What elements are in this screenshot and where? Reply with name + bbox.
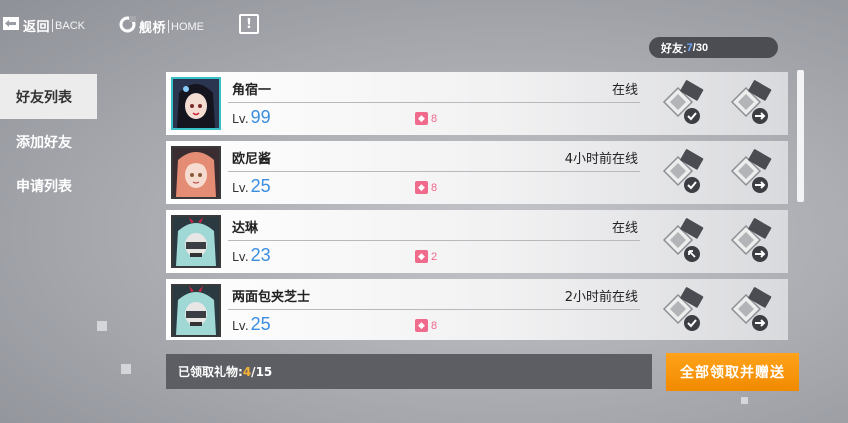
friend-level: Lv. 23: [232, 245, 271, 266]
divider: [228, 171, 640, 172]
gift-check-icon: [662, 149, 704, 193]
avatar[interactable]: [171, 77, 221, 130]
friend-name: 欧尼酱: [232, 152, 272, 167]
gift-send-icon: [730, 218, 772, 262]
friend-name: 两面包夹芝士: [232, 290, 311, 305]
home-button[interactable]: 舰桥 HOME: [119, 16, 204, 37]
gift-check-icon: [662, 287, 704, 331]
background-decoration: [121, 364, 131, 374]
divider: [228, 102, 640, 103]
friend-row[interactable]: 角宿一 在线 Lv. 99 ◆ 8: [166, 72, 788, 135]
gift-send-icon: [730, 149, 772, 193]
gift-count: ◆ 8: [415, 112, 437, 125]
tab-label: 添加好友: [16, 134, 72, 151]
level-prefix: Lv.: [232, 181, 249, 195]
back-label: 返回: [23, 20, 51, 35]
gift-icon: ◆: [415, 112, 428, 125]
online-status: 4小时前在线: [564, 152, 638, 167]
accept-gift-button[interactable]: [656, 283, 714, 340]
friend-row[interactable]: 欧尼酱 4小时前在线 Lv. 25 ◆ 8: [166, 141, 788, 204]
back-arrow-icon: [2, 16, 20, 35]
claim-all-label: 全部领取并赠送: [680, 365, 785, 381]
gift-icon: ◆: [415, 250, 428, 263]
tab-add-friend[interactable]: 添加好友: [0, 119, 97, 164]
tab-label: 好友列表: [16, 89, 72, 106]
friend-name: 角宿一: [232, 83, 272, 98]
accept-gift-button[interactable]: [656, 214, 714, 272]
friend-row[interactable]: 两面包夹芝士 2小时前在线 Lv. 25 ◆ 8: [166, 279, 788, 340]
friend-level: Lv. 99: [232, 107, 271, 128]
level-prefix: Lv.: [232, 250, 249, 264]
avatar[interactable]: [171, 215, 221, 268]
avatar[interactable]: [171, 284, 221, 337]
gift-send-icon: [730, 80, 772, 124]
home-sublabel: HOME: [171, 20, 205, 33]
gift-count-value: 8: [431, 319, 438, 332]
level-value: 99: [250, 107, 271, 127]
alert-icon[interactable]: !: [239, 14, 259, 34]
tab-label: 申请列表: [16, 178, 72, 195]
gift-icon: ◆: [415, 181, 428, 194]
send-gift-button[interactable]: [724, 145, 782, 203]
gift-received-max: 15: [255, 364, 273, 379]
level-prefix: Lv.: [232, 112, 249, 126]
accept-gift-button[interactable]: [656, 76, 714, 134]
online-status: 2小时前在线: [564, 290, 638, 305]
home-ring-icon: [119, 16, 136, 37]
divider: [228, 309, 640, 310]
friend-count-badge: 好友: 7/30: [649, 37, 778, 58]
back-sublabel: BACK: [55, 19, 85, 32]
gift-received-current: 4: [242, 364, 252, 379]
gift-count: ◆ 8: [415, 181, 437, 194]
gift-count-value: 2: [431, 250, 438, 263]
friend-list[interactable]: 角宿一 在线 Lv. 99 ◆ 8 欧尼酱 4小时前在线 Lv. 25 ◆ 8 …: [166, 70, 788, 340]
tab-request-list[interactable]: 申请列表: [0, 163, 97, 208]
level-value: 25: [250, 176, 271, 196]
alert-mark: !: [246, 16, 252, 32]
online-status: 在线: [611, 83, 638, 98]
gift-send-icon: [730, 287, 772, 331]
background-decoration: [741, 397, 748, 404]
gift-count-value: 8: [431, 112, 438, 125]
send-gift-button[interactable]: [724, 283, 782, 340]
gift-count: ◆ 8: [415, 319, 437, 332]
divider: [168, 20, 170, 33]
divider: [228, 240, 640, 241]
list-scrollbar[interactable]: [797, 70, 804, 202]
level-value: 23: [250, 245, 271, 265]
gift-count: ◆ 2: [415, 250, 437, 263]
gift-received-label: 已领取礼物:: [178, 365, 243, 379]
friend-level: Lv. 25: [232, 176, 271, 197]
accept-gift-button[interactable]: [656, 145, 714, 203]
send-gift-button[interactable]: [724, 76, 782, 134]
friend-row[interactable]: 达琳 在线 Lv. 23 ◆ 2: [166, 210, 788, 273]
gift-back-icon: [662, 218, 704, 262]
gift-icon: ◆: [415, 319, 428, 332]
tab-friend-list[interactable]: 好友列表: [0, 74, 97, 119]
friend-count-label: 好友:: [661, 42, 687, 55]
level-value: 25: [250, 314, 271, 334]
gift-check-icon: [662, 80, 704, 124]
divider: [52, 19, 54, 32]
claim-all-and-send-button[interactable]: 全部领取并赠送: [666, 353, 799, 391]
level-prefix: Lv.: [232, 319, 249, 333]
online-status: 在线: [611, 221, 638, 236]
send-gift-button[interactable]: [724, 214, 782, 272]
background-decoration: [97, 321, 107, 331]
back-button[interactable]: 返回 BACK: [2, 16, 85, 35]
friend-count-max: 30: [695, 41, 709, 54]
gift-count-value: 8: [431, 181, 438, 194]
friend-level: Lv. 25: [232, 314, 271, 335]
avatar[interactable]: [171, 146, 221, 199]
gift-received-bar: 已领取礼物: 4/15: [166, 354, 652, 389]
home-label: 舰桥: [139, 21, 167, 36]
friend-name: 达琳: [232, 221, 259, 236]
